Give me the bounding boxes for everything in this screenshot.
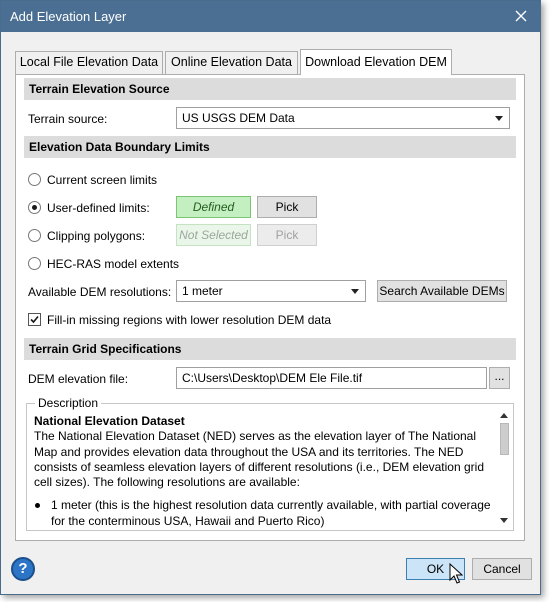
dem-resolutions-label: Available DEM resolutions: — [28, 285, 172, 299]
chevron-down-icon — [495, 116, 503, 121]
description-heading: National Elevation Dataset — [34, 414, 185, 428]
terrain-source-dropdown[interactable]: US USGS DEM Data — [176, 107, 510, 129]
description-scrollbar[interactable] — [498, 410, 511, 526]
terrain-grid-specifications-header: Terrain Grid Specifications — [24, 338, 516, 360]
description-groupbox: Description National Elevation Dataset T… — [26, 396, 514, 531]
radio-current-screen-limits[interactable] — [28, 173, 41, 186]
dem-resolution-dropdown[interactable]: 1 meter — [176, 280, 366, 302]
cancel-button[interactable]: Cancel — [472, 558, 532, 580]
window-title: Add Elevation Layer — [10, 9, 127, 24]
dem-resolution-value: 1 meter — [182, 284, 223, 298]
user-defined-limits-label: User-defined limits: — [47, 201, 150, 215]
checkmark-icon — [30, 315, 39, 324]
clipping-polygons-label: Clipping polygons: — [47, 229, 146, 243]
dem-elevation-file-label: DEM elevation file: — [28, 372, 129, 386]
clipping-polygons-status: Not Selected — [176, 224, 251, 246]
tab-strip: Local File Elevation Data Online Elevati… — [15, 49, 525, 75]
resolution-list: 1 meter (this is the highest resolution … — [34, 498, 496, 528]
search-available-dems-button[interactable]: Search Available DEMs — [377, 280, 507, 302]
radio-hec-ras-model-extents[interactable] — [28, 257, 41, 270]
elevation-boundary-limits-header: Elevation Data Boundary Limits — [24, 136, 516, 158]
title-bar: Add Elevation Layer — [1, 1, 540, 32]
tab-download-elevation-dem[interactable]: Download Elevation DEM — [300, 49, 452, 75]
pick-user-limits-button[interactable]: Pick — [257, 196, 317, 218]
chevron-down-icon — [351, 289, 359, 294]
help-icon[interactable]: ? — [11, 557, 35, 581]
description-body: The National Elevation Dataset (NED) ser… — [34, 429, 484, 490]
description-legend: Description — [35, 396, 102, 410]
mouse-pointer-icon — [449, 563, 463, 584]
tab-local-file-elevation-data[interactable]: Local File Elevation Data — [15, 51, 163, 74]
current-screen-limits-label: Current screen limits — [47, 173, 158, 187]
add-elevation-layer-dialog: Add Elevation Layer Local File Elevation… — [0, 0, 541, 595]
terrain-source-label: Terrain source: — [28, 112, 108, 126]
scroll-down-icon[interactable] — [500, 518, 508, 523]
tab-online-elevation-data[interactable]: Online Elevation Data — [165, 51, 298, 74]
radio-clipping-polygons[interactable] — [28, 229, 41, 242]
browse-file-button[interactable]: ... — [489, 367, 510, 389]
fill-in-missing-label: Fill-in missing regions with lower resol… — [47, 313, 332, 327]
fill-in-missing-checkbox[interactable] — [28, 313, 41, 326]
scroll-up-icon[interactable] — [500, 413, 508, 418]
scroll-thumb[interactable] — [500, 423, 509, 455]
close-icon[interactable] — [512, 7, 530, 25]
terrain-elevation-source-header: Terrain Elevation Source — [24, 78, 516, 100]
pick-clipping-button[interactable]: Pick — [257, 224, 317, 246]
radio-user-defined-limits[interactable] — [28, 201, 41, 214]
dem-elevation-file-input[interactable]: C:\Users\Desktop\DEM Ele File.tif — [176, 367, 487, 389]
list-item: 1 meter (this is the highest resolution … — [35, 498, 496, 528]
user-defined-status: Defined — [176, 196, 251, 218]
hec-ras-model-extents-label: HEC-RAS model extents — [47, 257, 180, 271]
description-text: National Elevation Dataset The National … — [34, 414, 496, 528]
terrain-source-value: US USGS DEM Data — [182, 111, 295, 125]
tab-panel: Terrain Elevation Source Terrain source:… — [15, 74, 525, 541]
